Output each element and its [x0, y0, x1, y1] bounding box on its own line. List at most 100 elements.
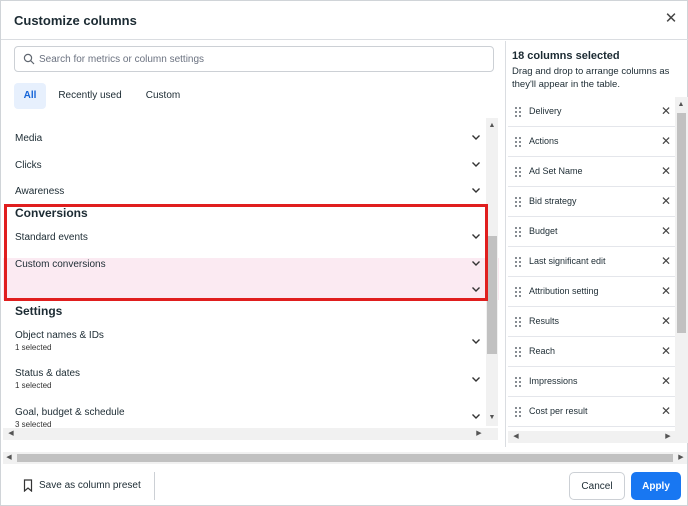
remove-column-icon[interactable]: ✕	[660, 314, 672, 328]
selected-column-item[interactable]: Delivery ✕	[508, 97, 675, 127]
remove-column-icon[interactable]: ✕	[660, 104, 672, 118]
drag-handle-icon[interactable]	[514, 316, 522, 328]
apply-button[interactable]: Apply	[631, 472, 681, 500]
chevron-down-icon	[472, 188, 480, 193]
dialog-title: Customize columns	[14, 13, 137, 28]
column-label: Ad Set Name	[529, 166, 583, 176]
selected-columns-panel: 18 columns selected Drag and drop to arr…	[505, 41, 688, 447]
column-label: Reach	[529, 346, 556, 356]
selected-count: 1 selected	[15, 343, 52, 352]
selected-column-item[interactable]: Attribution setting ✕	[508, 277, 675, 307]
drag-handle-icon[interactable]	[514, 406, 522, 418]
dialog-hscrollbar[interactable]: ◀ ▶	[3, 452, 687, 464]
selected-column-item[interactable]: Cost per result ✕	[508, 397, 675, 427]
drag-handle-icon[interactable]	[514, 346, 522, 358]
category-label: Media	[15, 133, 43, 144]
category-label: Status & dates	[15, 368, 81, 379]
category-label: Standard events	[15, 232, 88, 243]
chevron-down-icon	[472, 339, 480, 344]
drag-handle-icon[interactable]	[514, 106, 522, 118]
column-label: Actions	[529, 136, 559, 146]
remove-column-icon[interactable]: ✕	[660, 194, 672, 208]
scroll-right-icon[interactable]: ▶	[473, 428, 485, 440]
remove-column-icon[interactable]: ✕	[660, 344, 672, 358]
column-label: Results	[529, 316, 560, 326]
selected-hscrollbar[interactable]: ◀ ▶	[508, 431, 688, 443]
category-label: Goal, budget & schedule	[15, 407, 125, 418]
drag-handle-icon[interactable]	[514, 286, 522, 298]
remove-column-icon[interactable]: ✕	[660, 374, 672, 388]
column-label: Bid strategy	[529, 196, 577, 206]
scroll-left-icon[interactable]: ◀	[3, 452, 15, 464]
close-icon[interactable]: ✕	[663, 11, 679, 27]
scroll-up-icon[interactable]: ▲	[486, 120, 498, 132]
selected-column-item[interactable]: Budget ✕	[508, 217, 675, 247]
scrollbar-thumb[interactable]	[17, 454, 673, 462]
drag-handle-icon[interactable]	[514, 196, 522, 208]
category-label: Awareness	[15, 186, 65, 197]
category-label: Clicks	[15, 160, 42, 171]
selected-column-item[interactable]: Reach ✕	[508, 337, 675, 367]
remove-column-icon[interactable]: ✕	[660, 254, 672, 268]
chevron-down-icon	[472, 261, 480, 266]
category-label: Custom conversions	[15, 259, 106, 270]
save-preset-button[interactable]: Save as column preset	[13, 472, 155, 500]
column-label: Cost per result	[529, 406, 588, 416]
chevron-down-icon	[472, 414, 480, 419]
drag-handle-icon[interactable]	[514, 256, 522, 268]
remove-column-icon[interactable]: ✕	[660, 284, 672, 298]
category-label: Object names & IDs	[15, 330, 104, 341]
remove-column-icon[interactable]: ✕	[660, 224, 672, 238]
customize-columns-dialog: Customize columns ✕ All Recently used Cu…	[0, 0, 688, 506]
search-icon	[23, 53, 35, 65]
scroll-right-icon[interactable]: ▶	[675, 452, 687, 464]
remove-column-icon[interactable]: ✕	[660, 134, 672, 148]
category-hscrollbar[interactable]: ◀ ▶	[3, 428, 498, 440]
cancel-button[interactable]: Cancel	[569, 472, 625, 500]
tab-recently-used[interactable]: Recently used	[52, 83, 128, 109]
selected-columns-list: Delivery ✕ Actions ✕ Ad Set Name ✕ Bid s…	[508, 97, 675, 433]
selected-column-item[interactable]: Bid strategy ✕	[508, 187, 675, 217]
scroll-left-icon[interactable]: ◀	[510, 431, 522, 443]
selected-scrollbar[interactable]: ▲	[675, 97, 688, 433]
tab-custom[interactable]: Custom	[138, 83, 188, 109]
column-label: Delivery	[529, 106, 562, 116]
selected-column-item[interactable]: Ad Set Name ✕	[508, 157, 675, 187]
scroll-left-icon[interactable]: ◀	[5, 428, 17, 440]
selected-description: Drag and drop to arrange columns as they…	[512, 66, 670, 90]
drag-handle-icon[interactable]	[514, 136, 522, 148]
chevron-down-icon	[472, 162, 480, 167]
drag-handle-icon[interactable]	[514, 226, 522, 238]
scrollbar-thumb[interactable]	[487, 236, 497, 354]
chevron-down-icon	[472, 234, 480, 239]
section-title-conversions: Conversions	[15, 206, 88, 220]
tab-all[interactable]: All	[14, 83, 46, 109]
column-label: Last significant edit	[529, 256, 606, 266]
bookmark-icon	[23, 479, 33, 492]
drag-handle-icon[interactable]	[514, 376, 522, 388]
scroll-up-icon[interactable]: ▲	[675, 99, 687, 111]
column-label: Impressions	[529, 376, 578, 386]
selected-count: 1 selected	[15, 381, 52, 390]
dialog-header: Customize columns ✕	[1, 1, 688, 40]
category-scrollbar[interactable]: ▲ ▼	[486, 118, 498, 426]
selected-column-item[interactable]: Impressions ✕	[508, 367, 675, 397]
drag-handle-icon[interactable]	[514, 166, 522, 178]
scroll-right-icon[interactable]: ▶	[662, 431, 674, 443]
remove-column-icon[interactable]: ✕	[660, 404, 672, 418]
chevron-down-icon	[472, 287, 480, 292]
save-preset-label: Save as column preset	[39, 480, 141, 491]
dialog-footer: Save as column preset Cancel Apply	[1, 465, 688, 506]
scrollbar-thumb[interactable]	[677, 113, 686, 333]
selected-column-item[interactable]: Results ✕	[508, 307, 675, 337]
search-input[interactable]	[39, 49, 479, 69]
column-label: Budget	[529, 226, 558, 236]
chevron-down-icon	[472, 377, 480, 382]
category-list: Media Clicks Awareness Conversions Stand…	[3, 118, 499, 441]
search-field[interactable]	[14, 46, 494, 72]
selected-count-title: 18 columns selected	[512, 50, 620, 62]
selected-column-item[interactable]: Actions ✕	[508, 127, 675, 157]
scroll-down-icon[interactable]: ▼	[486, 412, 498, 424]
remove-column-icon[interactable]: ✕	[660, 164, 672, 178]
selected-column-item[interactable]: Last significant edit ✕	[508, 247, 675, 277]
